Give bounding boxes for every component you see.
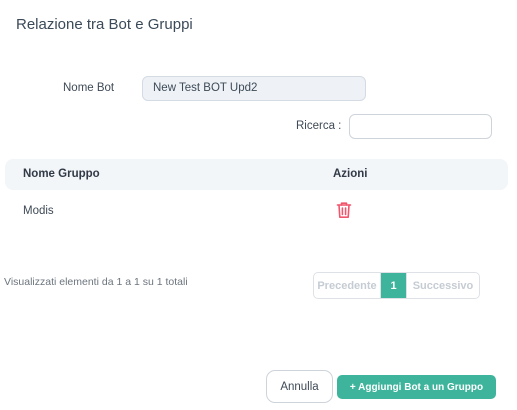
group-name-cell: Modis (23, 205, 54, 217)
bot-name-field: New Test BOT Upd2 (142, 76, 366, 101)
table-header: Nome Gruppo Azioni (5, 159, 508, 190)
next-page-button[interactable]: Successivo (406, 273, 479, 298)
current-page-button[interactable]: 1 (381, 273, 406, 298)
bot-name-label: Nome Bot (63, 82, 115, 94)
pagination-info: Visualizzati elementi da 1 a 1 su 1 tota… (4, 276, 188, 288)
search-label: Ricerca : (296, 120, 342, 132)
cancel-button[interactable]: Annulla (266, 370, 333, 403)
page-title: Relazione tra Bot e Gruppi (16, 16, 193, 33)
previous-page-button[interactable]: Precedente (314, 273, 381, 298)
search-input[interactable] (349, 114, 492, 139)
add-bot-to-group-button[interactable]: + Aggiungi Bot a un Gruppo (337, 375, 496, 399)
table-row: Modis (5, 198, 508, 224)
column-header-actions: Azioni (333, 168, 368, 180)
trash-icon[interactable] (334, 200, 354, 220)
pagination: Precedente 1 Successivo (313, 272, 480, 299)
column-header-group-name[interactable]: Nome Gruppo (23, 168, 100, 180)
